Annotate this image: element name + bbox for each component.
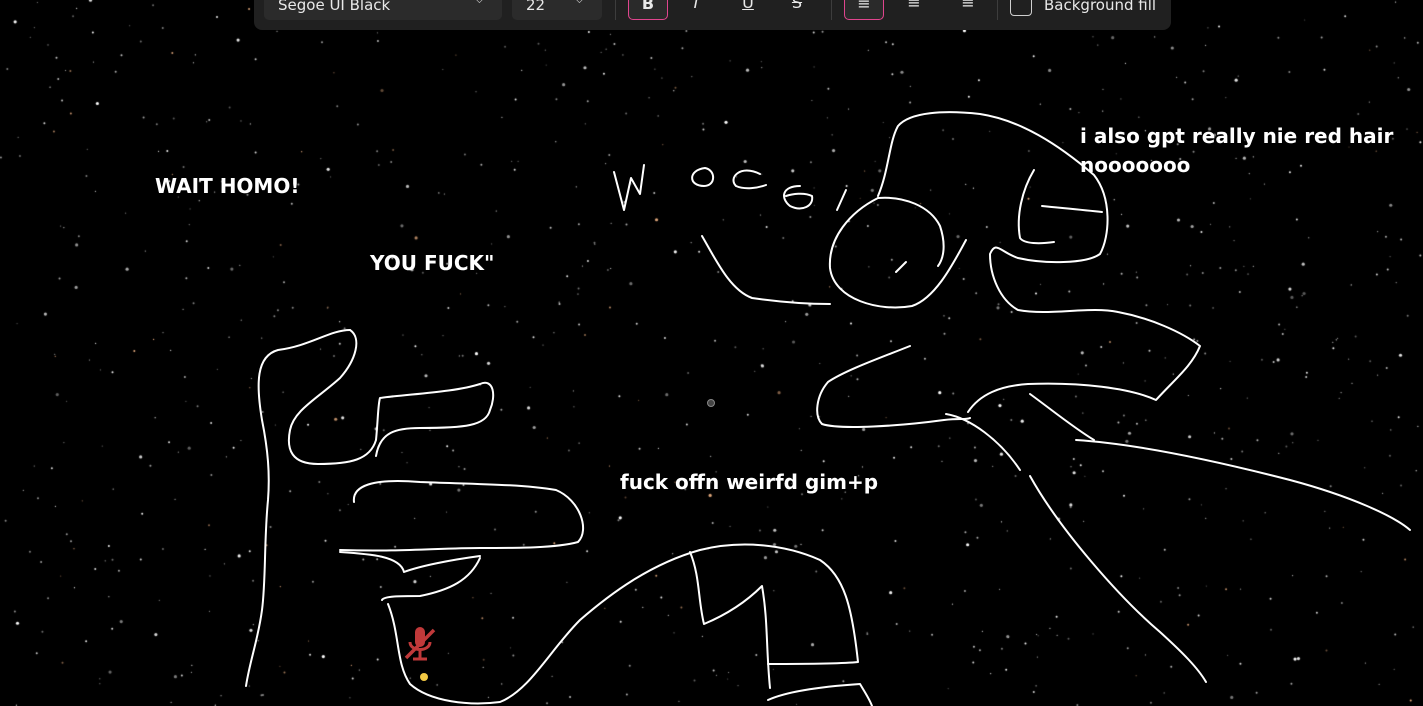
ink-stroke (1041, 205, 1103, 213)
ink-stroke (945, 413, 1021, 471)
align-left-button[interactable]: ≡ (844, 0, 884, 20)
background-fill-label: Background fill (1044, 0, 1157, 14)
align-center-icon: ≡ (907, 0, 921, 12)
underline-button[interactable]: U (728, 0, 768, 20)
ink-stroke (613, 164, 645, 211)
ink-stroke (701, 235, 831, 305)
ink-stroke (689, 551, 771, 689)
text-format-toolbar: Segoe UI Black ⌵ 22 ⌵ B I U S ≡ ≡ ≡ Back… (254, 0, 1171, 30)
cursor-indicator (707, 399, 715, 407)
font-size-dropdown[interactable]: 22 ⌵ (512, 0, 602, 20)
status-dot (420, 673, 428, 681)
ink-stroke (1029, 475, 1207, 683)
ink-stroke (783, 185, 814, 210)
ink-stroke (287, 329, 495, 465)
toolbar-divider (831, 0, 832, 20)
ink-stroke (339, 551, 481, 573)
italic-icon: I (693, 0, 699, 12)
font-size-value: 22 (526, 0, 546, 14)
align-center-button[interactable]: ≡ (894, 0, 934, 20)
ink-stroke (1029, 393, 1095, 441)
bold-icon: B (641, 0, 655, 13)
strikethrough-button[interactable]: S (777, 0, 817, 20)
strikethrough-icon: S (791, 0, 803, 12)
underline-icon: U (742, 0, 754, 12)
canvas-text-annotation[interactable]: i also gpt really nie red hair (1080, 122, 1393, 151)
chevron-down-icon: ⌵ (475, 0, 484, 7)
canvas-text-annotation[interactable]: fuck offn weirfd gim+p (620, 468, 878, 497)
canvas-text-annotation[interactable]: WAIT HOMO! (155, 172, 299, 201)
ink-stroke (732, 169, 767, 190)
bold-button[interactable]: B (628, 0, 668, 20)
ink-stroke (895, 261, 907, 273)
drawing-canvas[interactable] (0, 0, 1423, 706)
toolbar-divider (997, 0, 998, 20)
font-family-dropdown[interactable]: Segoe UI Black ⌵ (264, 0, 502, 20)
align-left-icon: ≡ (857, 0, 871, 13)
align-right-icon: ≡ (961, 0, 975, 12)
align-right-button[interactable]: ≡ (948, 0, 988, 20)
ink-stroke (767, 683, 873, 706)
ink-stroke (387, 543, 859, 705)
background-fill-checkbox[interactable] (1010, 0, 1032, 16)
ink-stroke (877, 196, 945, 267)
italic-button[interactable]: I (676, 0, 716, 20)
ink-stroke (836, 189, 847, 211)
ink-stroke (691, 167, 715, 187)
chevron-down-icon: ⌵ (575, 0, 584, 7)
toolbar-divider (615, 0, 616, 20)
ink-stroke (339, 480, 584, 552)
ink-stroke (828, 197, 967, 309)
font-family-value: Segoe UI Black (278, 0, 391, 14)
canvas-text-annotation[interactable]: nooooooo (1080, 151, 1190, 180)
mic-muted-icon (404, 627, 436, 661)
canvas-text-annotation[interactable]: YOU FUCK" (370, 249, 494, 278)
ink-stroke (1075, 439, 1411, 531)
